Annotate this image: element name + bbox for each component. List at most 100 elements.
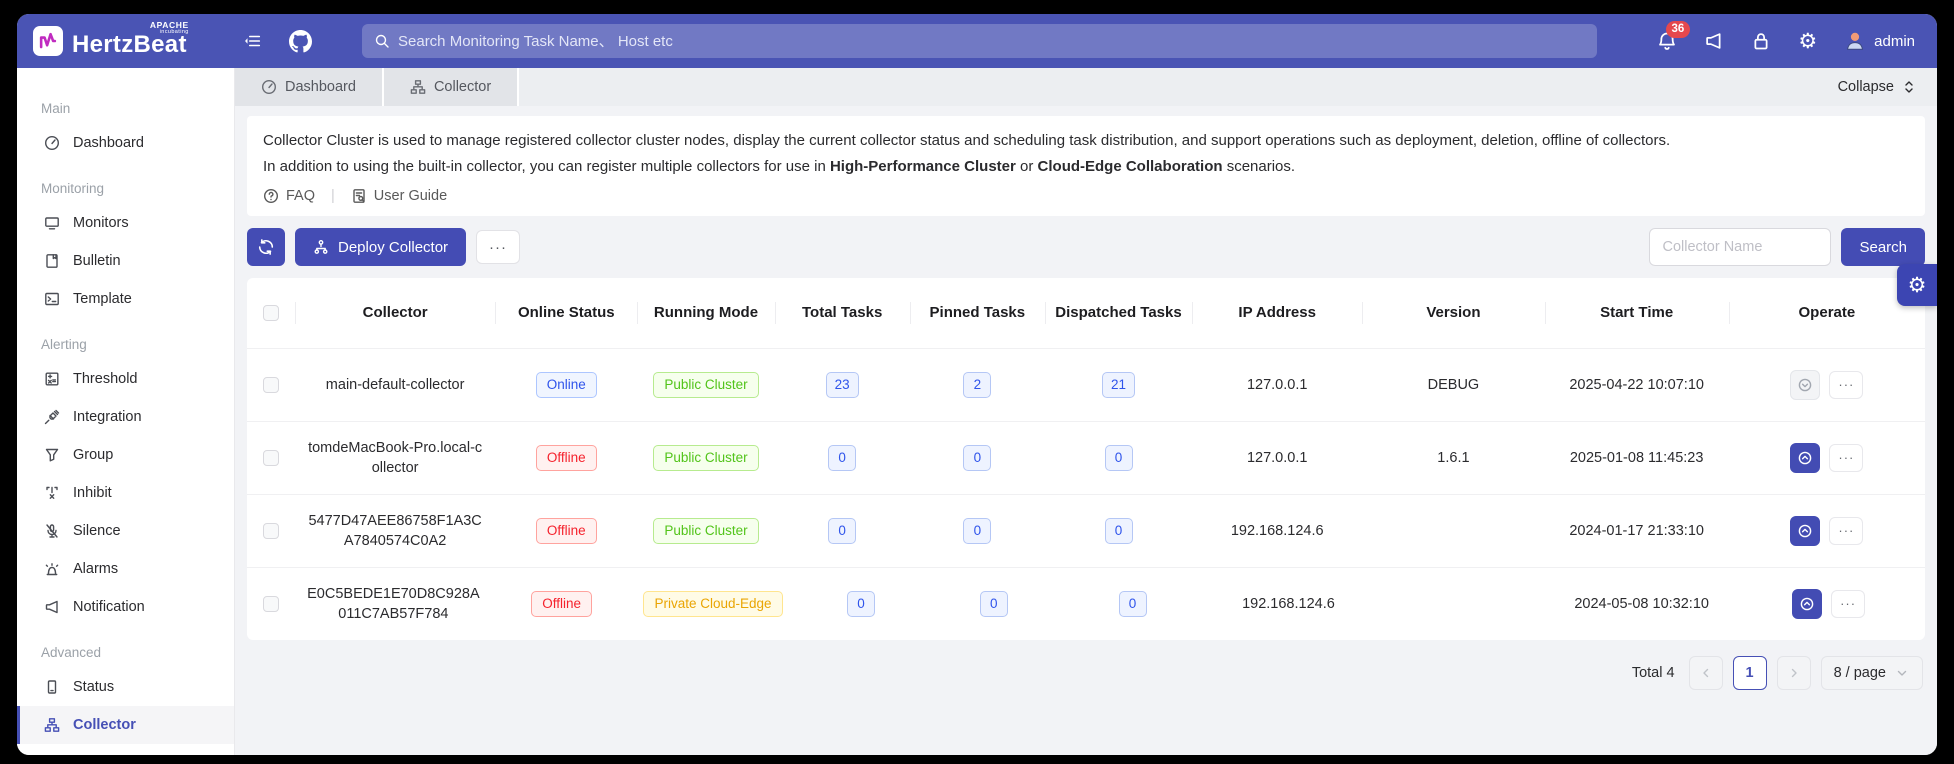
cell-version (1372, 596, 1551, 612)
col-dispatched-tasks: Dispatched Tasks (1045, 295, 1192, 331)
cell-start-time: 2025-04-22 10:07:10 (1545, 367, 1729, 403)
github-icon[interactable] (289, 30, 312, 53)
top-navbar: HertzBeat APACHE incubating 36 (17, 14, 1937, 68)
app-window: HertzBeat APACHE incubating 36 (17, 14, 1937, 755)
global-search-input[interactable] (398, 33, 1585, 50)
page-number-button[interactable]: 1 (1733, 656, 1767, 690)
cell-collector-name: E0C5BEDE1E70D8C928A011C7AB57F784 (295, 576, 492, 633)
branch-icon (44, 485, 60, 501)
up-down-chevron-icon (1901, 79, 1917, 95)
refresh-button[interactable] (247, 228, 285, 266)
sidebar-item-group[interactable]: Group (17, 436, 234, 474)
tab-dashboard[interactable]: Dashboard (235, 68, 384, 106)
table-row: tomdeMacBook-Pro.local-collector Offline… (247, 421, 1925, 494)
table-row: E0C5BEDE1E70D8C928A011C7AB57F784 Offline… (247, 567, 1925, 640)
circle-arrow-up-icon (1799, 596, 1815, 612)
prev-page-button[interactable] (1689, 656, 1723, 690)
cell-ip: 192.168.124.6 (1192, 513, 1362, 549)
screen: HertzBeat APACHE incubating 36 (0, 0, 1954, 764)
row-more-button[interactable]: ··· (1829, 371, 1863, 399)
funnel-icon (44, 447, 60, 463)
sidebar-item-dashboard[interactable]: Dashboard (17, 124, 234, 162)
announcement-icon[interactable] (1704, 31, 1724, 51)
offline-collector-button[interactable] (1790, 370, 1820, 400)
sidebar-item-collector[interactable]: Collector (17, 706, 234, 744)
dispatched-tasks-badge: 0 (1105, 445, 1133, 472)
notifications-bell-icon[interactable]: 36 (1657, 31, 1677, 51)
sidebar-item-alarms[interactable]: Alarms (17, 550, 234, 588)
faq-link[interactable]: FAQ (263, 188, 315, 204)
page-size-select[interactable]: 8 / page (1821, 656, 1923, 690)
sidebar-item-status[interactable]: Status (17, 668, 234, 706)
sidebar-collapse-trigger-icon[interactable] (243, 32, 261, 50)
sidebar-group-alerting: Alerting (17, 332, 234, 356)
select-all-checkbox[interactable] (263, 305, 279, 321)
tab-collector[interactable]: Collector (384, 68, 519, 106)
collector-name-input[interactable] (1649, 228, 1831, 266)
row-more-button[interactable]: ··· (1831, 590, 1865, 618)
main-content: Dashboard Collector Collapse Collector C… (235, 68, 1937, 755)
collector-toolbar: Deploy Collector ··· Search (247, 228, 1925, 266)
dispatched-tasks-badge: 0 (1105, 518, 1133, 545)
row-checkbox[interactable] (263, 523, 279, 539)
settings-gear-icon[interactable]: ⚙ (1798, 31, 1817, 52)
online-collector-button[interactable] (1790, 516, 1820, 546)
mobile-icon (44, 679, 60, 695)
col-version: Version (1362, 295, 1544, 331)
status-badge: Offline (531, 591, 592, 618)
pagination: Total 4 1 8 / page (249, 656, 1923, 690)
status-badge: Online (536, 372, 597, 399)
sidebar: Main Dashboard Monitoring Monitors Bulle… (17, 68, 235, 755)
cell-ip: 192.168.124.6 (1205, 586, 1372, 622)
status-badge: Offline (536, 445, 597, 472)
col-running-mode: Running Mode (637, 295, 774, 331)
chevron-right-icon (1786, 665, 1802, 681)
row-checkbox[interactable] (263, 596, 279, 612)
row-checkbox[interactable] (263, 377, 279, 393)
ellipsis-icon: ··· (1838, 376, 1854, 394)
circle-arrow-up-icon (1797, 523, 1813, 539)
cluster-icon (410, 79, 426, 95)
collector-table: Collector Online Status Running Mode Tot… (247, 278, 1925, 640)
lock-icon[interactable] (1751, 31, 1771, 51)
row-checkbox[interactable] (263, 450, 279, 466)
sidebar-group-advanced: Advanced (17, 640, 234, 664)
col-total-tasks: Total Tasks (775, 295, 910, 331)
total-count-label: Total 4 (1632, 665, 1675, 681)
row-more-button[interactable]: ··· (1829, 517, 1863, 545)
circle-arrow-up-icon (1797, 450, 1813, 466)
sidebar-item-silence[interactable]: Silence (17, 512, 234, 550)
brand[interactable]: HertzBeat APACHE incubating (17, 25, 235, 57)
sidebar-item-threshold[interactable]: Threshold (17, 360, 234, 398)
col-start-time: Start Time (1545, 295, 1729, 331)
pinned-tasks-badge: 2 (963, 372, 991, 399)
settings-drawer-button[interactable]: ⚙ (1897, 264, 1937, 306)
online-collector-button[interactable] (1792, 589, 1822, 619)
sidebar-item-bulletin[interactable]: Bulletin (17, 242, 234, 280)
collapse-tabs-control[interactable]: Collapse (1838, 79, 1937, 95)
sidebar-item-inhibit[interactable]: Inhibit (17, 474, 234, 512)
user-guide-link[interactable]: User Guide (351, 188, 447, 204)
username: admin (1874, 33, 1915, 50)
online-collector-button[interactable] (1790, 443, 1820, 473)
search-button[interactable]: Search (1841, 228, 1925, 266)
ellipsis-icon: ··· (1838, 522, 1854, 540)
cell-version: 1.6.1 (1362, 440, 1544, 476)
cell-start-time: 2025-01-08 11:45:23 (1545, 440, 1729, 476)
deploy-collector-button[interactable]: Deploy Collector (295, 228, 466, 266)
more-actions-button[interactable]: ··· (476, 230, 520, 264)
cluster-icon (44, 717, 60, 733)
sidebar-item-integration[interactable]: Integration (17, 398, 234, 436)
sidebar-item-template[interactable]: Template (17, 280, 234, 318)
user-menu[interactable]: admin (1844, 30, 1915, 52)
sidebar-item-monitors[interactable]: Monitors (17, 204, 234, 242)
intro-line-1: Collector Cluster is used to manage regi… (263, 128, 1909, 154)
refresh-icon (257, 238, 275, 256)
sidebar-item-notification[interactable]: Notification (17, 588, 234, 626)
chevron-down-icon (1894, 665, 1910, 681)
status-badge: Offline (536, 518, 597, 545)
cell-collector-name: 5477D47AEE86758F1A3CA7840574C0A2 (295, 503, 495, 560)
row-more-button[interactable]: ··· (1829, 444, 1863, 472)
next-page-button[interactable] (1777, 656, 1811, 690)
intro-links: FAQ | User Guide (263, 188, 1909, 204)
